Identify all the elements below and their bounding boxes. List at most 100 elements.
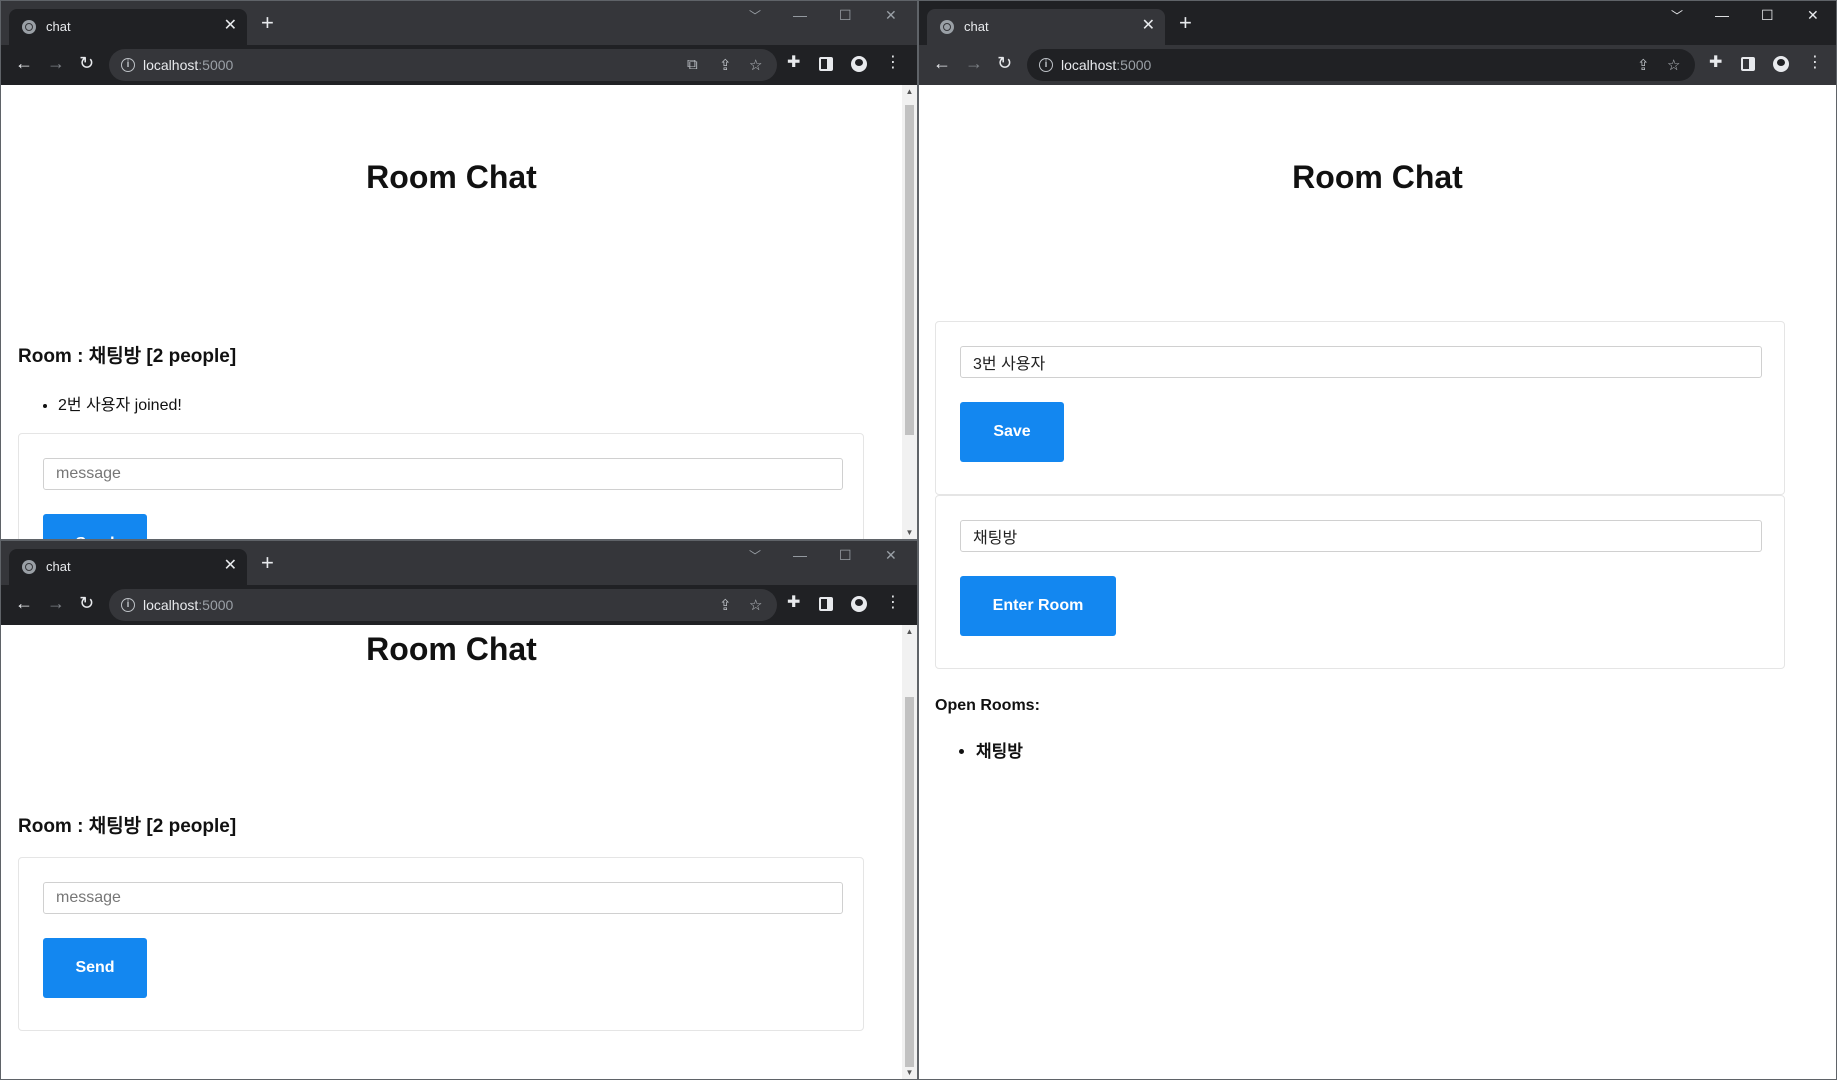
maximize-icon[interactable]: ☐ <box>839 547 852 564</box>
address-bar[interactable]: i localhost:5000 ⧉ ⇪ ☆ <box>109 49 777 81</box>
reload-icon[interactable]: ↻ <box>79 593 94 613</box>
globe-icon <box>22 20 36 34</box>
browser-toolbar: ← → ↻ i localhost:5000 ⧉ ⇪ ☆ ✚ ⋮ <box>1 45 917 85</box>
side-panel-icon[interactable] <box>819 57 833 71</box>
title-bar[interactable]: chat ✕ + ﹀ — ☐ ✕ <box>919 1 1836 45</box>
back-icon[interactable]: ← <box>15 593 33 613</box>
page-viewport: Room Chat Room : 채팅방 [2 people] 2번 사용자 j… <box>1 85 917 539</box>
page-viewport: Room Chat Save Enter Room Open Rooms: 채팅… <box>919 85 1836 1079</box>
bookmark-star-icon[interactable]: ☆ <box>1667 56 1680 74</box>
bookmark-star-icon[interactable]: ☆ <box>749 56 762 74</box>
message-item: 2번 사용자 joined! <box>58 391 182 415</box>
open-rooms-label: Open Rooms: <box>935 697 1040 714</box>
forward-icon[interactable]: → <box>47 593 65 613</box>
forward-icon[interactable]: → <box>47 53 65 73</box>
room-form-card: Enter Room <box>935 495 1785 669</box>
globe-icon <box>22 560 36 574</box>
tab-chat[interactable]: chat ✕ <box>9 9 247 45</box>
address-bar[interactable]: i localhost:5000 ⇪ ☆ <box>1027 49 1695 81</box>
tab-search-icon[interactable]: ﹀ <box>749 7 761 24</box>
message-list: 2번 사용자 joined! <box>58 391 182 415</box>
tab-search-icon[interactable]: ﹀ <box>1671 7 1683 24</box>
tab-search-icon[interactable]: ﹀ <box>749 547 761 564</box>
profile-icon[interactable] <box>851 596 867 612</box>
maximize-icon[interactable]: ☐ <box>839 7 852 24</box>
close-window-icon[interactable]: ✕ <box>885 547 897 564</box>
new-tab-button[interactable]: + <box>261 12 274 34</box>
extensions-icon[interactable]: ✚ <box>787 594 800 612</box>
page-title: Room Chat <box>366 631 537 667</box>
globe-icon <box>940 20 954 34</box>
room-name-input[interactable] <box>960 520 1762 552</box>
side-panel-icon[interactable] <box>1741 57 1755 71</box>
translate-icon[interactable]: ⧉ <box>687 56 698 73</box>
scroll-down-icon[interactable]: ▼ <box>905 528 914 537</box>
menu-kebab-icon[interactable]: ⋮ <box>1807 54 1823 72</box>
profile-icon[interactable] <box>851 56 867 72</box>
send-button[interactable]: Send <box>43 938 147 998</box>
menu-kebab-icon[interactable]: ⋮ <box>885 594 901 612</box>
minimize-icon[interactable]: — <box>793 547 807 563</box>
scroll-thumb[interactable] <box>905 105 914 435</box>
tab-chat[interactable]: chat ✕ <box>9 549 247 585</box>
username-input[interactable] <box>960 346 1762 378</box>
scroll-up-icon[interactable]: ▲ <box>905 627 914 636</box>
extensions-icon[interactable]: ✚ <box>1709 54 1722 72</box>
minimize-icon[interactable]: — <box>793 7 807 23</box>
url-text: localhost:5000 <box>1061 57 1152 73</box>
minimize-icon[interactable]: — <box>1715 7 1729 23</box>
close-tab-icon[interactable]: ✕ <box>224 17 237 35</box>
site-info-icon[interactable]: i <box>1039 58 1053 72</box>
tab-title: chat <box>46 19 71 34</box>
enter-room-button[interactable]: Enter Room <box>960 576 1116 636</box>
scroll-up-icon[interactable]: ▲ <box>905 87 914 96</box>
bookmark-star-icon[interactable]: ☆ <box>749 596 762 614</box>
side-panel-icon[interactable] <box>819 597 833 611</box>
menu-kebab-icon[interactable]: ⋮ <box>885 54 901 72</box>
save-button[interactable]: Save <box>960 402 1064 462</box>
new-tab-button[interactable]: + <box>1179 12 1192 34</box>
maximize-icon[interactable]: ☐ <box>1761 7 1774 24</box>
reload-icon[interactable]: ↻ <box>997 53 1012 73</box>
tab-title: chat <box>964 19 989 34</box>
site-info-icon[interactable]: i <box>121 598 135 612</box>
title-bar[interactable]: chat ✕ + ﹀ — ☐ ✕ <box>1 1 917 45</box>
page-title: Room Chat <box>366 159 537 195</box>
scroll-down-icon[interactable]: ▼ <box>905 1068 914 1077</box>
message-input[interactable] <box>43 458 843 490</box>
site-info-icon[interactable]: i <box>121 58 135 72</box>
close-window-icon[interactable]: ✕ <box>885 7 897 24</box>
close-tab-icon[interactable]: ✕ <box>224 557 237 575</box>
username-form-card: Save <box>935 321 1785 495</box>
browser-window-top-left: chat ✕ + ﹀ — ☐ ✕ ← → ↻ i localhost:5000 … <box>0 0 918 540</box>
title-bar[interactable]: chat ✕ + ﹀ — ☐ ✕ <box>1 541 917 585</box>
vertical-scrollbar[interactable]: ▲ ▼ <box>902 625 917 1079</box>
forward-icon[interactable]: → <box>965 53 983 73</box>
close-tab-icon[interactable]: ✕ <box>1142 17 1155 35</box>
tab-chat[interactable]: chat ✕ <box>927 9 1165 45</box>
browser-window-right: chat ✕ + ﹀ — ☐ ✕ ← → ↻ i localhost:5000 … <box>918 0 1837 1080</box>
open-rooms-list: 채팅방 <box>976 737 1023 762</box>
room-heading: Room : 채팅방 [2 people] <box>18 816 237 837</box>
url-text: localhost:5000 <box>143 597 234 613</box>
send-button[interactable]: Send <box>43 514 147 539</box>
share-icon[interactable]: ⇪ <box>719 596 732 614</box>
back-icon[interactable]: ← <box>15 53 33 73</box>
close-window-icon[interactable]: ✕ <box>1807 7 1819 24</box>
back-icon[interactable]: ← <box>933 53 951 73</box>
address-bar[interactable]: i localhost:5000 ⇪ ☆ <box>109 589 777 621</box>
extensions-icon[interactable]: ✚ <box>787 54 800 72</box>
page-title: Room Chat <box>1292 159 1463 195</box>
room-heading: Room : 채팅방 [2 people] <box>18 346 237 367</box>
reload-icon[interactable]: ↻ <box>79 53 94 73</box>
share-icon[interactable]: ⇪ <box>719 56 732 74</box>
message-input[interactable] <box>43 882 843 914</box>
message-form-card: Send <box>18 433 864 539</box>
new-tab-button[interactable]: + <box>261 552 274 574</box>
open-room-item[interactable]: 채팅방 <box>976 737 1023 762</box>
profile-icon[interactable] <box>1773 56 1789 72</box>
browser-window-bottom-left: chat ✕ + ﹀ — ☐ ✕ ← → ↻ i localhost:5000 … <box>0 540 918 1080</box>
vertical-scrollbar[interactable]: ▲ ▼ <box>902 85 917 539</box>
scroll-thumb[interactable] <box>905 697 914 1067</box>
share-icon[interactable]: ⇪ <box>1637 56 1650 74</box>
